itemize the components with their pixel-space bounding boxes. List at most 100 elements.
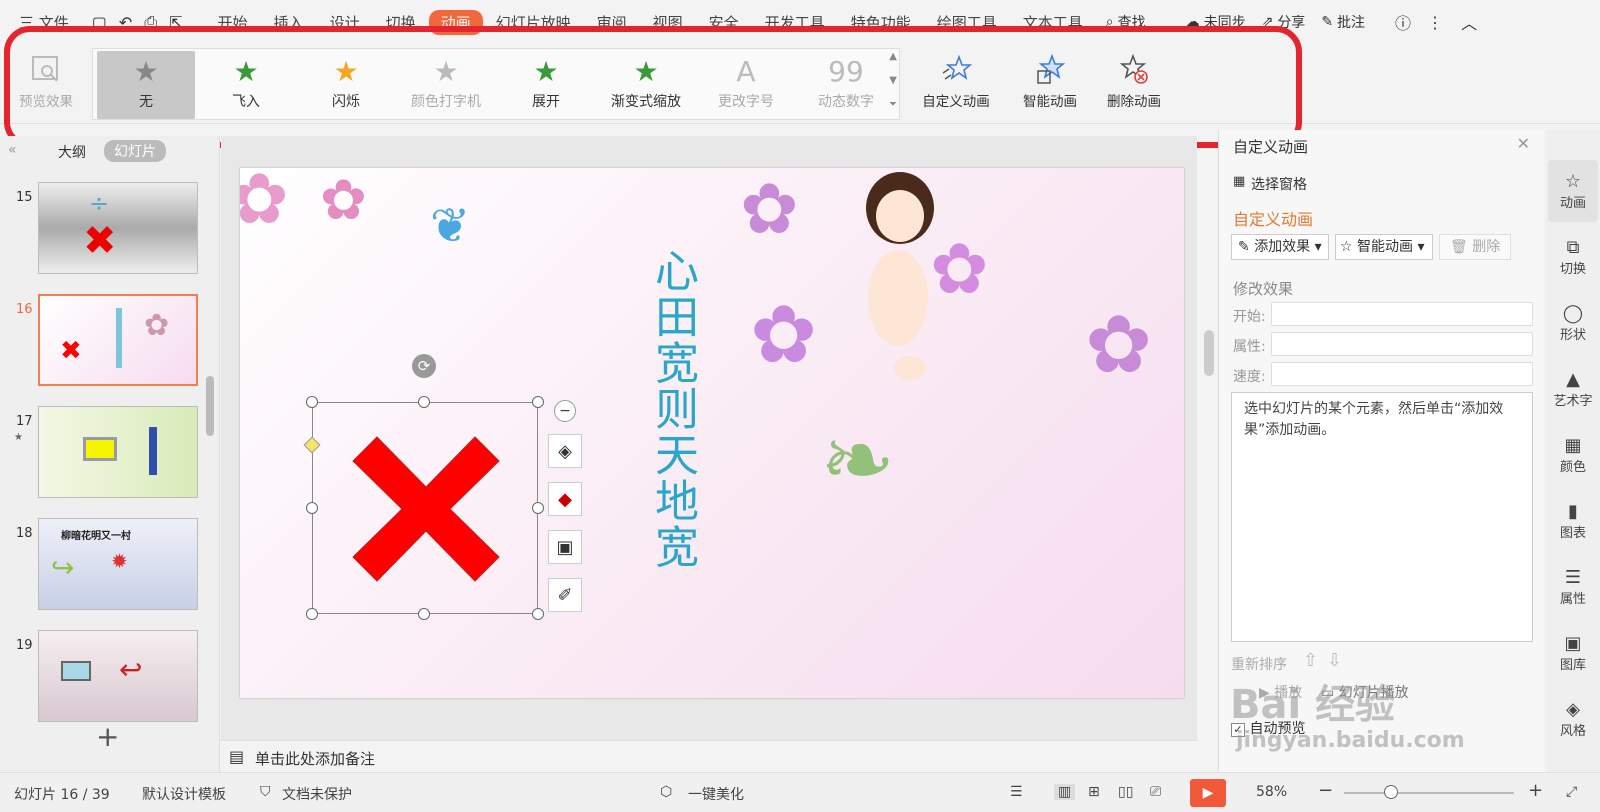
zoom-slider-handle[interactable]: [1384, 785, 1398, 799]
menu-file[interactable]: 三 文件: [6, 12, 82, 33]
menu-text-tools[interactable]: 文本工具: [1010, 12, 1096, 33]
search-button[interactable]: 查找: [1118, 12, 1146, 32]
reading-view-icon[interactable]: ▯▯: [1118, 784, 1133, 800]
vertical-title-text[interactable]: 心田宽则天地宽: [647, 248, 698, 570]
zoom-slider[interactable]: [1344, 792, 1514, 794]
undo-icon[interactable]: ↶: [119, 13, 132, 32]
tab-slides[interactable]: 幻灯片: [104, 140, 166, 162]
start-select[interactable]: [1271, 302, 1533, 326]
rotate-handle-icon[interactable]: ⟳: [412, 354, 436, 378]
presenter-view-icon[interactable]: ⎚: [1150, 784, 1161, 800]
slide-canvas[interactable]: ✿ ✿ ❦ ✿ ✿ ✿ ✿ ❧ 心田宽则天地宽 ⟳ − ◈ ◆ ▣ ✐: [240, 168, 1184, 698]
sorter-view-icon[interactable]: ⊞: [1088, 784, 1100, 800]
menu-developer[interactable]: 开发工具: [752, 12, 838, 33]
menu-slideshow[interactable]: 幻灯片放映: [483, 12, 584, 33]
slide-thumbnail[interactable]: ↩: [38, 630, 198, 722]
notes-view-icon[interactable]: ☰: [1010, 784, 1023, 800]
smart-animation-button[interactable]: 智能动画: [1012, 50, 1088, 118]
sidebar-item-chart[interactable]: ▮ 图表: [1548, 490, 1598, 552]
sidebar-item-animation[interactable]: ☆ 动画: [1548, 160, 1598, 222]
play-slideshow-button[interactable]: ▶: [1190, 779, 1226, 807]
slide-thumbnail[interactable]: ✖ ÷: [38, 182, 198, 274]
notes-area[interactable]: ▤ 单击此处添加备注: [221, 740, 1197, 772]
menu-drawing-tools[interactable]: 绘图工具: [924, 12, 1010, 33]
document-protection[interactable]: 文档未保护: [282, 784, 352, 804]
collapse-ribbon-icon[interactable]: ︿: [1461, 10, 1477, 34]
resize-handle[interactable]: [306, 396, 318, 408]
smart-animation-pane-button[interactable]: ☆ 智能动画 ▾: [1335, 234, 1433, 260]
menu-insert[interactable]: 插入: [261, 12, 317, 33]
slide-counter[interactable]: 幻灯片 16 / 39: [14, 784, 110, 804]
normal-view-icon[interactable]: ▥: [1054, 784, 1076, 800]
add-slide-button[interactable]: +: [96, 720, 119, 753]
fit-window-icon[interactable]: ⤢: [1566, 784, 1577, 800]
slide-thumbnail-selected[interactable]: ✖ ✿: [38, 294, 198, 386]
fill-tool-icon[interactable]: ◆: [548, 482, 582, 516]
annotate-button[interactable]: 批注: [1337, 12, 1365, 32]
gallery-item-change-font-size[interactable]: A 更改字号: [697, 51, 795, 119]
sidebar-item-color[interactable]: ▦ 颜色: [1548, 424, 1598, 486]
gallery-item-flash[interactable]: ★ 闪烁: [297, 51, 395, 119]
gallery-scroll-up[interactable]: ▲: [889, 51, 897, 62]
move-up-icon[interactable]: ⇧: [1303, 650, 1318, 671]
add-effect-button[interactable]: ✎ 添加效果 ▾: [1231, 234, 1329, 260]
sidebar-item-property[interactable]: ☰ 属性: [1548, 556, 1598, 618]
sidebar-item-word-art[interactable]: ▲ 艺术字: [1548, 358, 1598, 420]
zoom-level[interactable]: 58%: [1256, 784, 1287, 800]
property-select[interactable]: [1271, 332, 1533, 356]
sync-status[interactable]: 未同步: [1204, 12, 1246, 32]
resize-handle[interactable]: [418, 608, 430, 620]
gallery-expand[interactable]: ⏷: [889, 99, 897, 110]
gallery-item-typewriter[interactable]: ★ 颜色打字机: [397, 51, 495, 119]
sidebar-item-gallery[interactable]: ▣ 图库: [1548, 622, 1598, 684]
share-button[interactable]: 分享: [1277, 12, 1305, 32]
gallery-item-dynamic-number[interactable]: 99 动态数字: [797, 51, 895, 119]
beautify-button[interactable]: 一键美化: [688, 784, 744, 804]
search-icon[interactable]: ⌕: [1106, 14, 1114, 30]
resize-handle[interactable]: [532, 396, 544, 408]
slide-thumbnail[interactable]: 柳暗花明又一村 ↪ ✹: [38, 518, 198, 610]
gallery-item-none[interactable]: ★ 无: [97, 51, 195, 119]
zoom-out-tool-icon[interactable]: −: [554, 400, 576, 422]
select-pane-link[interactable]: 选择窗格: [1251, 174, 1307, 194]
resize-handle[interactable]: [418, 396, 430, 408]
delete-animation-button[interactable]: 删除动画: [1098, 50, 1170, 118]
delete-pane-button[interactable]: 🗑 删除: [1439, 234, 1511, 260]
move-down-icon[interactable]: ⇩: [1327, 650, 1342, 671]
menu-design[interactable]: 设计: [317, 12, 373, 33]
more-icon[interactable]: ⋮: [1427, 13, 1443, 32]
design-template[interactable]: 默认设计模板: [142, 784, 226, 804]
selection-box[interactable]: [312, 402, 538, 614]
pane-title[interactable]: 自定义动画: [1233, 136, 1308, 157]
sidebar-item-transition[interactable]: ⧉ 切换: [1548, 226, 1598, 288]
tab-outline[interactable]: 大纲: [58, 142, 86, 162]
brush-tool-icon[interactable]: ✐: [548, 578, 582, 612]
resize-handle[interactable]: [306, 502, 318, 514]
custom-animation-button[interactable]: 自定义动画: [914, 50, 998, 118]
slide-thumbnail[interactable]: [38, 406, 198, 498]
menu-home[interactable]: 开始: [205, 12, 261, 33]
sidebar-item-style[interactable]: ◈ 风格: [1548, 688, 1598, 750]
menu-security[interactable]: 安全: [696, 12, 752, 33]
canvas-scrollbar[interactable]: [1204, 330, 1214, 376]
close-icon[interactable]: ✕: [1517, 134, 1530, 153]
resize-handle[interactable]: [532, 608, 544, 620]
outline-tool-icon[interactable]: ▣: [548, 530, 582, 564]
layers-tool-icon[interactable]: ◈: [548, 434, 582, 468]
save-icon[interactable]: ▢: [92, 13, 107, 32]
gallery-item-expand[interactable]: ★ 展开: [497, 51, 595, 119]
menu-transition[interactable]: 切换: [373, 12, 429, 33]
preview-effect-button[interactable]: 预览效果: [10, 50, 82, 118]
menu-review[interactable]: 审阅: [584, 12, 640, 33]
print-icon[interactable]: ⎙: [144, 12, 157, 32]
help-icon[interactable]: ⓘ: [1395, 10, 1411, 34]
export-icon[interactable]: ⇱: [169, 13, 182, 32]
red-cross-shape[interactable]: [313, 403, 539, 615]
thumbnail-scrollbar[interactable]: [206, 376, 214, 436]
resize-handle[interactable]: [306, 608, 318, 620]
zoom-in-icon[interactable]: +: [1528, 780, 1543, 801]
collapse-pane-icon[interactable]: «: [8, 142, 17, 158]
zoom-out-icon[interactable]: −: [1318, 780, 1333, 801]
menu-animation[interactable]: 动画: [428, 9, 483, 35]
gallery-item-fly-in[interactable]: ★ 飞入: [197, 51, 295, 119]
